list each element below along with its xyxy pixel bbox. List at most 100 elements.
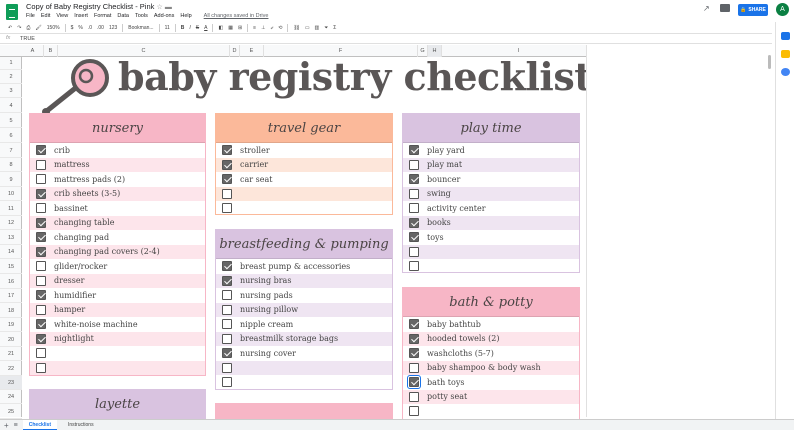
folder-icon[interactable]: ▬ (165, 4, 172, 11)
menu-data[interactable]: Data (117, 13, 129, 19)
checkbox[interactable] (407, 375, 421, 390)
chart-icon[interactable]: ▥ (315, 25, 320, 31)
print-icon[interactable]: ⎙ (26, 25, 30, 31)
checkbox[interactable] (409, 319, 419, 330)
row-header-17[interactable]: 17 (0, 289, 22, 303)
checkbox[interactable] (222, 174, 232, 185)
borders-icon[interactable]: ▦ (228, 25, 233, 31)
item-label[interactable]: play yard (427, 146, 465, 155)
item-label[interactable]: crib (54, 146, 70, 155)
checkbox[interactable] (222, 159, 232, 170)
checkbox[interactable] (36, 145, 46, 156)
checkbox[interactable] (409, 406, 419, 417)
menu-insert[interactable]: Insert (74, 13, 88, 19)
menu-edit[interactable]: Edit (41, 13, 50, 19)
checkbox[interactable] (36, 232, 46, 243)
item-label[interactable]: activity center (427, 204, 486, 213)
item-label[interactable]: carrier (240, 160, 268, 169)
checkbox[interactable] (222, 290, 232, 301)
row-header-1[interactable]: 1 (0, 56, 22, 70)
checkbox[interactable] (409, 188, 419, 199)
row-header-13[interactable]: 13 (0, 231, 22, 245)
valign-icon[interactable]: ⊥ (261, 25, 265, 31)
comment-icon[interactable] (720, 4, 730, 12)
item-label[interactable]: nursing pads (240, 291, 293, 300)
share-button[interactable]: 🔒 SHARE (738, 4, 768, 16)
number-format-select[interactable]: 123 (109, 25, 117, 31)
item-label[interactable]: play mat (427, 160, 462, 169)
item-label[interactable]: bassinet (54, 204, 88, 213)
link-icon[interactable]: ⛓ (293, 25, 299, 31)
checkbox[interactable] (222, 348, 232, 359)
plus-icon[interactable]: + (4, 421, 9, 430)
item-label[interactable]: books (427, 218, 451, 227)
item-label[interactable]: changing table (54, 218, 114, 227)
row-header-23[interactable]: 23 (0, 376, 22, 390)
doc-title-text[interactable]: Copy of Baby Registry Checklist - Pink (26, 2, 154, 11)
checkbox[interactable] (36, 203, 46, 214)
menu-tools[interactable]: Tools (135, 13, 148, 19)
font-size-select[interactable]: 11 (165, 25, 170, 31)
checkbox[interactable] (409, 232, 419, 243)
item-label[interactable]: mattress pads (2) (54, 175, 125, 184)
trend-icon[interactable]: ↗ (703, 4, 710, 13)
save-status[interactable]: All changes saved in Drive (204, 13, 269, 19)
item-label[interactable]: glider/rocker (54, 262, 107, 271)
item-label[interactable]: crib sheets (3-5) (54, 189, 120, 198)
row-header-10[interactable]: 10 (0, 187, 22, 201)
item-label[interactable]: white-noise machine (54, 320, 138, 329)
align-icon[interactable]: ≡ (253, 25, 256, 31)
paint-format-icon[interactable]: 🖌 (35, 25, 41, 31)
tab-checklist[interactable]: Checklist (22, 420, 57, 430)
scrollbar-thumb[interactable] (768, 55, 771, 69)
checkbox[interactable] (36, 333, 46, 344)
keep-icon[interactable] (781, 50, 790, 58)
row-header-2[interactable]: 2 (0, 70, 22, 84)
formula-bar[interactable]: fx TRUE (0, 34, 772, 44)
row-header-9[interactable]: 9 (0, 173, 22, 187)
doc-title[interactable]: Copy of Baby Registry Checklist - Pink ☆… (26, 2, 172, 11)
item-label[interactable]: hooded towels (2) (427, 334, 499, 343)
row-header-4[interactable]: 4 (0, 99, 22, 113)
function-icon[interactable]: Σ (333, 25, 336, 31)
bold-button[interactable]: B (181, 25, 185, 31)
zoom-select[interactable]: 150% (47, 25, 60, 31)
checkbox[interactable] (222, 333, 232, 344)
column-header-a[interactable]: A (22, 45, 44, 57)
checkbox[interactable] (222, 188, 232, 199)
checkbox[interactable] (409, 145, 419, 156)
italic-button[interactable]: I (189, 25, 190, 31)
wrap-icon[interactable]: ⤶ (270, 25, 273, 31)
row-header-25[interactable]: 25 (0, 405, 22, 419)
row-header-7[interactable]: 7 (0, 144, 22, 158)
filter-icon[interactable]: ⏷ (324, 25, 328, 31)
checkbox[interactable] (409, 246, 419, 257)
row-header-6[interactable]: 6 (0, 129, 22, 143)
tasks-icon[interactable] (781, 68, 790, 76)
checkbox[interactable] (409, 261, 419, 272)
item-label[interactable]: potty seat (427, 392, 467, 401)
item-label[interactable]: nightlight (54, 334, 94, 343)
row-header-21[interactable]: 21 (0, 347, 22, 361)
item-label[interactable]: baby shampoo & body wash (427, 363, 541, 372)
item-label[interactable]: hamper (54, 305, 85, 314)
item-label[interactable]: nursing cover (240, 349, 296, 358)
checkbox[interactable] (36, 188, 46, 199)
row-header-20[interactable]: 20 (0, 333, 22, 347)
all-sheets-icon[interactable]: ≡ (14, 422, 18, 429)
item-label[interactable]: breastmilk storage bags (240, 334, 338, 343)
checkbox[interactable] (222, 362, 232, 373)
checkbox[interactable] (222, 261, 232, 272)
redo-icon[interactable]: ↷ (17, 25, 21, 31)
item-label[interactable]: changing pad (54, 233, 109, 242)
item-label[interactable]: humidifier (54, 291, 96, 300)
undo-icon[interactable]: ↶ (8, 25, 12, 31)
checkbox[interactable] (36, 304, 46, 315)
item-label[interactable]: breast pump & accessories (240, 262, 350, 271)
checkbox[interactable] (409, 391, 419, 402)
formula-value[interactable]: TRUE (20, 36, 35, 42)
item-label[interactable]: washcloths (5-7) (427, 349, 494, 358)
checkbox[interactable] (36, 290, 46, 301)
item-label[interactable]: car seat (240, 175, 272, 184)
menu-addons[interactable]: Add-ons (154, 13, 175, 19)
